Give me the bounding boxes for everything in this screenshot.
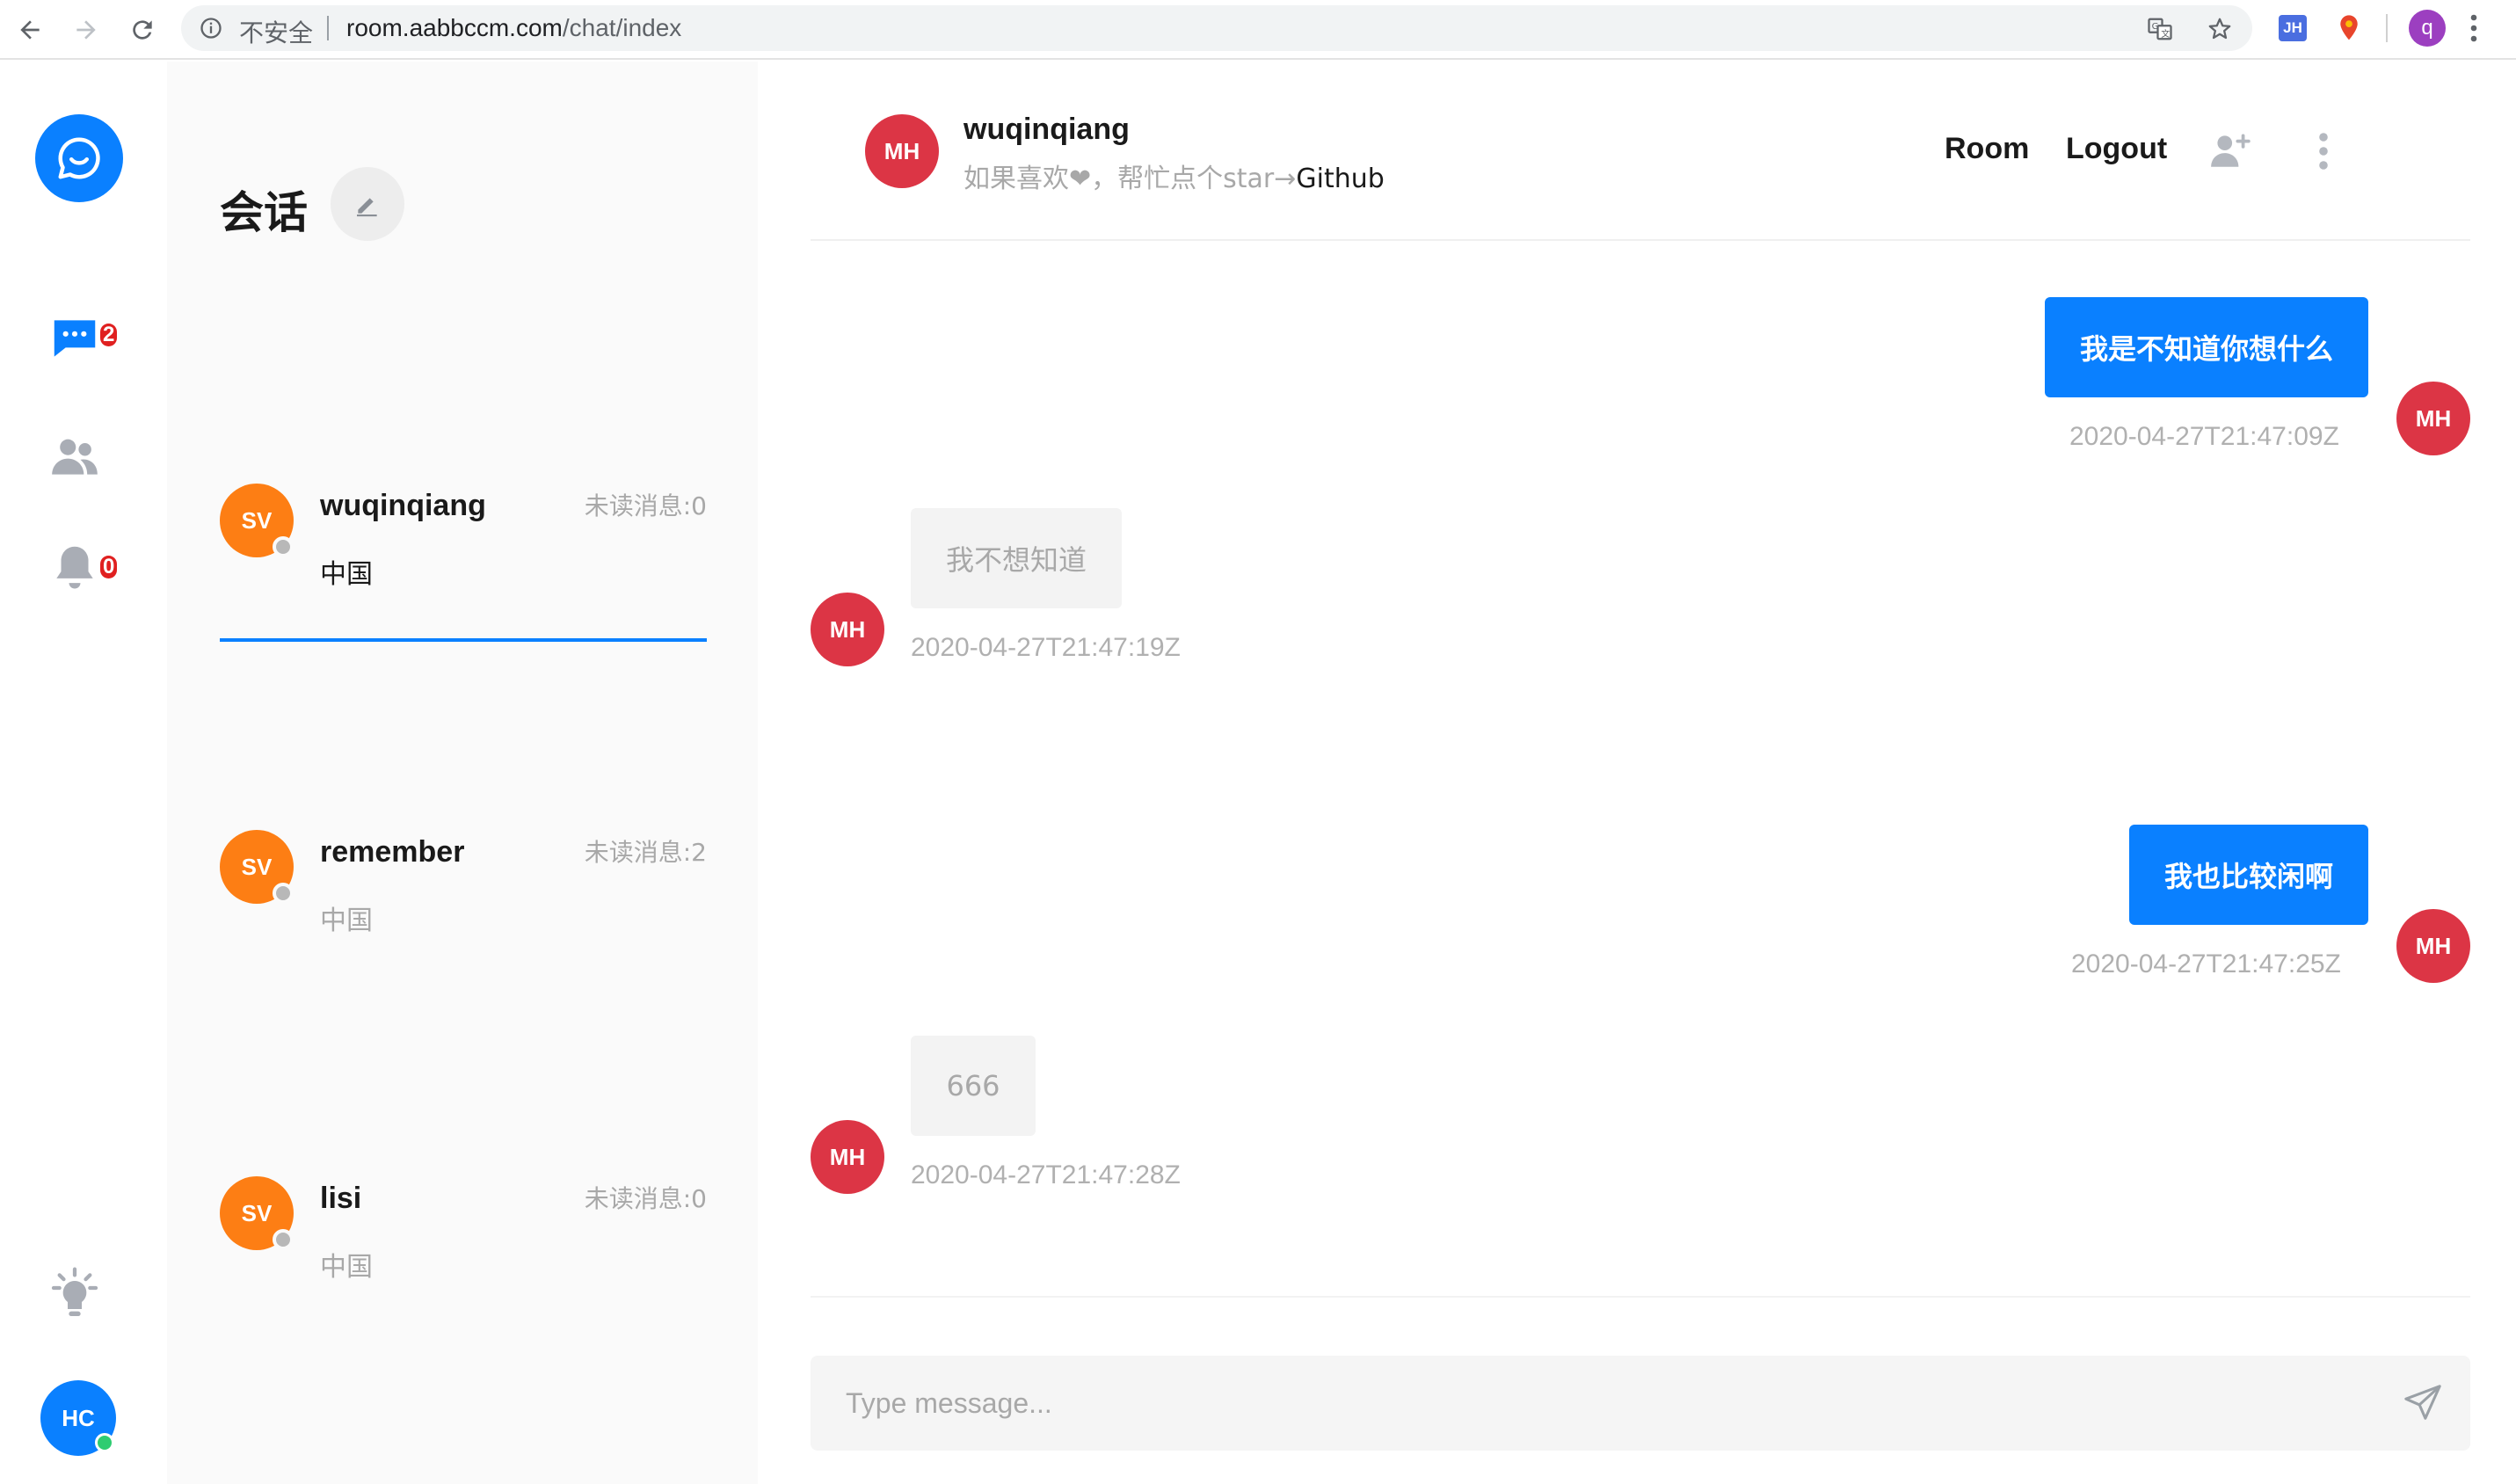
app-navigation: 2 0 HC [0,62,167,1484]
message-avatar[interactable]: MH [2396,909,2470,983]
info-icon[interactable] [199,16,223,45]
unread-count: 未读消息:0 [584,491,707,520]
reload-icon[interactable] [123,11,162,49]
chat-nav-icon[interactable] [44,308,105,369]
new-conversation-button[interactable] [331,167,404,241]
unread-count: 未读消息:0 [584,1184,707,1213]
address-bar[interactable]: 不安全 room.aabbccm.com/chat/index G文 [181,5,2252,51]
chat-panel: MH wuqinqiang 如果喜欢❤，帮忙点个star→Github Room… [758,62,2516,1484]
conversation-item-wuqinqiang[interactable]: SV wuqinqiang 未读消息:0 中国 [220,484,707,659]
bookmark-star-icon[interactable] [2207,16,2233,47]
message-composer [811,1356,2470,1451]
url-text[interactable]: room.aabbccm.com/chat/index [346,14,681,42]
offline-indicator [273,536,294,557]
conversation-name: wuqinqiang [320,489,486,522]
message-timestamp: 2020-04-27T21:47:19Z [911,633,1181,662]
outgoing-message-bubble: 我是不知道你想什么 [2045,297,2368,397]
subtitle-text: 如果喜欢❤，帮忙点个star→ [963,164,1297,194]
conversation-subtitle: 中国 [320,1252,373,1283]
chat-badge: 2 [100,324,118,346]
user-online-indicator [95,1433,114,1452]
message-avatar[interactable]: MH [2396,382,2470,455]
security-label: 不安全 [239,19,314,47]
github-link[interactable]: Github [1296,164,1384,194]
pencil-icon [357,198,377,217]
more-options-icon[interactable] [2317,130,2330,177]
forward-icon[interactable] [67,11,105,49]
profile-avatar[interactable]: q [2409,10,2446,47]
contacts-nav-icon[interactable] [44,426,105,487]
notification-bell-icon[interactable] [44,536,105,598]
notification-badge: 0 [100,556,118,578]
conversation-subtitle: 中国 [320,906,373,936]
app-logo-icon[interactable] [35,114,123,202]
unread-count: 未读消息:2 [584,838,707,867]
send-icon[interactable] [2402,1382,2444,1424]
chat-header: MH wuqinqiang 如果喜欢❤，帮忙点个star→Github Room… [811,62,2470,241]
add-user-icon[interactable] [2208,128,2252,177]
chat-partner-avatar[interactable]: MH [865,114,939,188]
offline-indicator [273,883,294,904]
conversation-subtitle: 中国 [320,559,373,590]
message-timestamp: 2020-04-27T21:47:28Z [911,1160,1181,1189]
conversation-name: remember [320,835,465,869]
translate-icon[interactable]: G文 [2147,16,2173,47]
message-timestamp: 2020-04-27T21:47:09Z [2069,422,2339,451]
offline-indicator [273,1229,294,1250]
outgoing-message-bubble: 我也比较闲啊 [2129,825,2368,925]
chat-partner-name: wuqinqiang [963,113,1130,146]
composer-divider [811,1296,2470,1298]
url-host: room.aabbccm.com [346,14,563,41]
message-avatar[interactable]: MH [811,593,884,666]
chat-partner-subtitle: 如果喜欢❤，帮忙点个star→Github [963,156,1385,195]
logout-link[interactable]: Logout [2066,132,2167,166]
message-input[interactable] [811,1356,2375,1451]
conversations-title: 会话 [220,187,308,238]
conversation-panel: 会话 SV wuqinqiang 未读消息:0 中国 SV remember 未… [167,62,758,1484]
omnibox-divider [327,16,329,40]
location-extension-icon[interactable] [2333,12,2365,44]
active-conversation-underline [220,638,707,642]
back-icon[interactable] [11,11,49,49]
message-timestamp: 2020-04-27T21:47:25Z [2071,949,2341,978]
svg-text:文: 文 [2161,28,2170,40]
incoming-message-bubble: 我不想知道 [911,508,1122,608]
url-path: /chat/index [562,14,682,41]
room-link[interactable]: Room [1945,132,2029,166]
browser-toolbar: 不安全 room.aabbccm.com/chat/index G文 JH q [0,0,2516,60]
incoming-message-bubble: 666 [911,1036,1036,1136]
conversation-name: lisi [320,1182,362,1215]
browser-menu-icon[interactable] [2469,12,2479,48]
conversation-item-remember[interactable]: SV remember 未读消息:2 中国 [220,830,707,1006]
theme-lightbulb-icon[interactable] [44,1264,105,1326]
conversation-item-lisi[interactable]: SV lisi 未读消息:0 中国 [220,1176,707,1352]
message-avatar[interactable]: MH [811,1120,884,1194]
svg-text:G: G [2152,22,2159,32]
toolbar-divider [2386,14,2388,42]
jh-extension-icon[interactable]: JH [2279,15,2307,41]
